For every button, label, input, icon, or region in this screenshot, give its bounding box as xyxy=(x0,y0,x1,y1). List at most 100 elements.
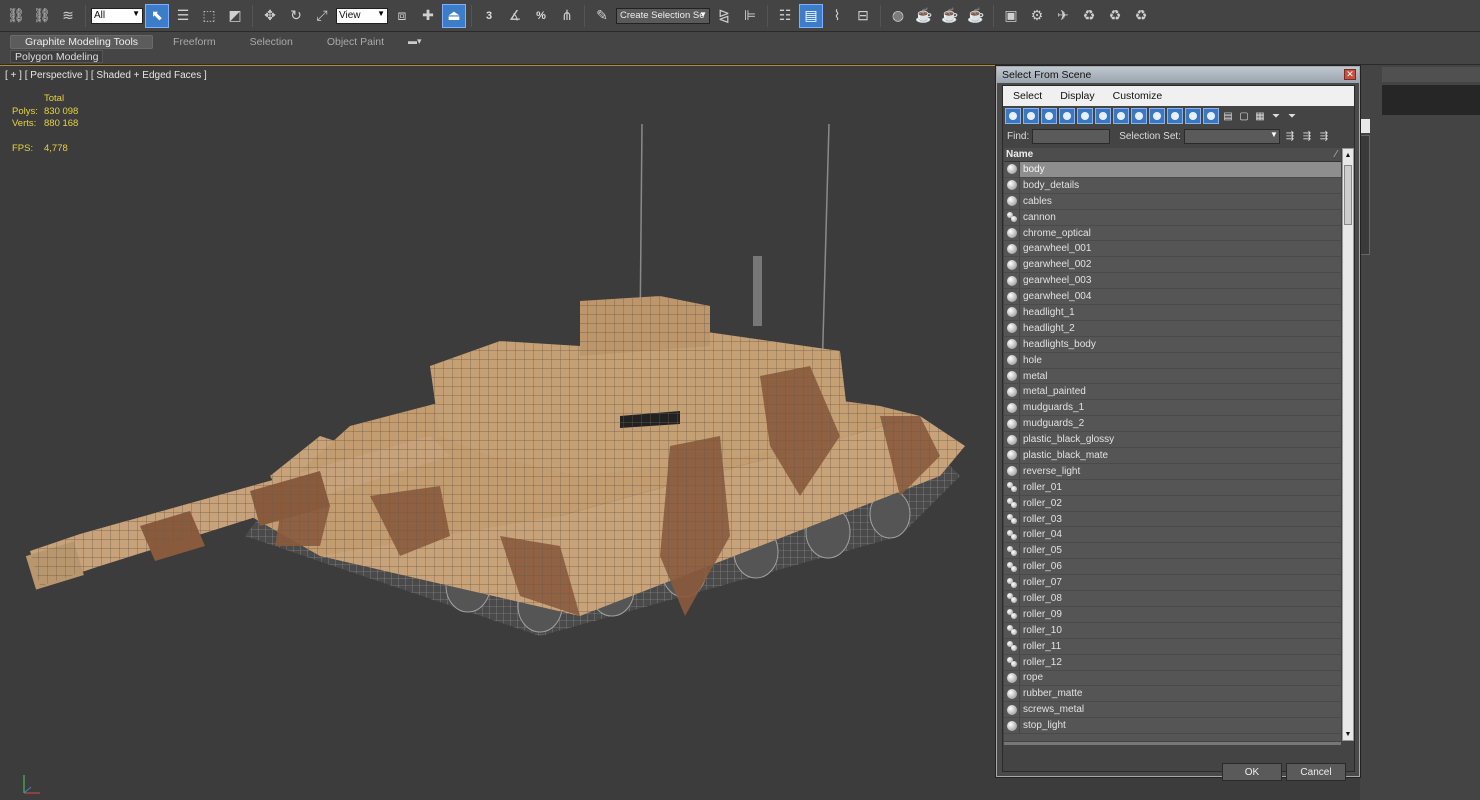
pivot-center-icon[interactable]: ⧈ xyxy=(390,4,414,28)
list-item[interactable]: gearwheel_004 xyxy=(1004,289,1341,306)
layer-manager-icon[interactable]: ☷ xyxy=(773,4,797,28)
angle-snap-icon[interactable]: ∡ xyxy=(503,4,527,28)
plugin-tool-1-icon[interactable]: ▣ xyxy=(999,4,1023,28)
snap-toggle-icon[interactable]: 3 xyxy=(477,4,501,28)
scale-icon[interactable]: ⤢ xyxy=(310,4,334,28)
percent-snap-icon[interactable]: % xyxy=(529,4,553,28)
scroll-down-icon[interactable]: ▼ xyxy=(1343,728,1353,740)
select-none-icon[interactable]: ▢ xyxy=(1237,109,1251,123)
display-geometry-icon[interactable] xyxy=(1005,108,1021,124)
list-item[interactable]: cannon xyxy=(1004,209,1341,226)
list-item[interactable]: roller_12 xyxy=(1004,654,1341,671)
selection-set-options-icon[interactable]: ⇶ xyxy=(1300,129,1314,143)
list-item[interactable]: headlight_2 xyxy=(1004,320,1341,337)
list-item[interactable]: mudguards_2 xyxy=(1004,416,1341,433)
move-icon[interactable]: ✥ xyxy=(258,4,282,28)
scrollbar-thumb[interactable] xyxy=(1344,165,1352,225)
display-hidden-icon[interactable] xyxy=(1203,108,1219,124)
close-icon[interactable]: ✕ xyxy=(1344,69,1356,80)
rendered-frame-window-icon[interactable]: ☕ xyxy=(938,4,962,28)
named-selection-set-field[interactable]: Create Selection Se ▼ xyxy=(616,7,710,24)
render-setup-icon[interactable]: ☕ xyxy=(912,4,936,28)
list-item[interactable]: roller_05 xyxy=(1004,543,1341,560)
spinner-snap-icon[interactable]: ⋔ xyxy=(555,4,579,28)
cancel-button[interactable]: Cancel xyxy=(1286,763,1346,781)
list-item[interactable]: roller_10 xyxy=(1004,622,1341,639)
list-item[interactable]: stop_light xyxy=(1004,718,1341,735)
list-item[interactable]: reverse_light xyxy=(1004,463,1341,480)
list-item[interactable]: roller_08 xyxy=(1004,591,1341,607)
display-shapes-icon[interactable] xyxy=(1023,108,1039,124)
plugin-tool-5-icon[interactable]: ♻ xyxy=(1103,4,1127,28)
list-item[interactable]: rubber_matte xyxy=(1004,686,1341,703)
rotate-icon[interactable]: ↻ xyxy=(284,4,308,28)
find-input[interactable] xyxy=(1032,128,1111,144)
list-item[interactable]: cables xyxy=(1004,193,1341,210)
select-by-name-icon[interactable]: ☰ xyxy=(171,4,195,28)
command-panel-tabs[interactable] xyxy=(1382,67,1480,82)
link-icon[interactable]: ⛓ xyxy=(4,4,28,28)
display-containers-icon[interactable] xyxy=(1167,108,1183,124)
plugin-tool-6-icon[interactable]: ♻ xyxy=(1129,4,1153,28)
display-frozen-icon[interactable] xyxy=(1185,108,1201,124)
sync-selection-icon[interactable]: ⇶ xyxy=(1283,129,1297,143)
display-cameras-icon[interactable] xyxy=(1059,108,1075,124)
edit-named-selection-icon[interactable]: ✎ xyxy=(590,4,614,28)
bind-space-warp-icon[interactable]: ≋ xyxy=(56,4,80,28)
plugin-tool-4-icon[interactable]: ♻ xyxy=(1077,4,1101,28)
plugin-tool-3-icon[interactable]: ✈ xyxy=(1051,4,1075,28)
list-item[interactable]: roller_03 xyxy=(1004,511,1341,528)
display-xrefs-icon[interactable] xyxy=(1131,108,1147,124)
select-invert-icon[interactable]: ▦ xyxy=(1253,109,1267,123)
selection-filter-dropdown[interactable]: All ▼ xyxy=(91,7,143,24)
schematic-view-icon[interactable]: ⊟ xyxy=(851,4,875,28)
list-item[interactable]: gearwheel_003 xyxy=(1004,273,1341,290)
list-item[interactable]: chrome_optical xyxy=(1004,225,1341,242)
list-item[interactable]: body xyxy=(1004,162,1341,178)
window-crossing-icon[interactable]: ◩ xyxy=(223,4,247,28)
rectangular-selection-icon[interactable]: ⬚ xyxy=(197,4,221,28)
command-panel-dropdown[interactable] xyxy=(1360,119,1370,133)
list-item[interactable]: roller_02 xyxy=(1004,495,1341,512)
tab-freeform[interactable]: Freeform xyxy=(159,35,230,49)
tab-graphite-modeling-tools[interactable]: Graphite Modeling Tools xyxy=(10,34,154,49)
align-icon[interactable]: ⊫ xyxy=(738,4,762,28)
filter-icon[interactable]: ⏷ xyxy=(1269,109,1283,123)
viewport-label[interactable]: [ + ] [ Perspective ] [ Shaded + Edged F… xyxy=(5,70,207,81)
dialog-title-bar[interactable]: Select From Scene ✕ xyxy=(997,67,1359,83)
display-groups-icon[interactable] xyxy=(1113,108,1129,124)
select-manipulate-icon[interactable]: ✚ xyxy=(416,4,440,28)
column-header-name[interactable]: Name ⁄ xyxy=(1004,148,1341,162)
highlight-selected-icon[interactable]: ⇶ xyxy=(1317,129,1331,143)
render-production-icon[interactable]: ☕ xyxy=(964,4,988,28)
plugin-tool-2-icon[interactable]: ⚙ xyxy=(1025,4,1049,28)
selection-set-dropdown[interactable]: ▼ xyxy=(1183,128,1280,144)
display-lights-icon[interactable] xyxy=(1041,108,1057,124)
polygon-modeling-panel[interactable]: Polygon Modeling xyxy=(10,50,104,63)
list-item[interactable]: gearwheel_002 xyxy=(1004,257,1341,274)
graphite-ribbon-icon[interactable]: ▤ xyxy=(799,3,823,28)
select-all-icon[interactable]: ▤ xyxy=(1221,109,1235,123)
display-bones-icon[interactable] xyxy=(1149,108,1165,124)
menu-customize[interactable]: Customize xyxy=(1113,90,1163,102)
list-item[interactable]: headlight_1 xyxy=(1004,305,1341,321)
keyboard-shortcut-override-icon[interactable]: ⏏ xyxy=(442,3,466,28)
ok-button[interactable]: OK xyxy=(1222,763,1282,781)
list-item[interactable]: mudguards_1 xyxy=(1004,400,1341,417)
curve-editor-icon[interactable]: ⌇ xyxy=(825,4,849,28)
ribbon-options-icon[interactable]: ▬▾ xyxy=(408,36,422,47)
material-editor-icon[interactable]: ◍ xyxy=(886,4,910,28)
filter-options-icon[interactable]: ⏷ xyxy=(1285,109,1299,123)
list-item[interactable]: roller_07 xyxy=(1004,575,1341,592)
tab-object-paint[interactable]: Object Paint xyxy=(313,35,398,49)
list-horizontal-scrollbar[interactable] xyxy=(1004,742,1341,745)
list-item[interactable]: metal_painted xyxy=(1004,384,1341,401)
list-item[interactable]: gearwheel_001 xyxy=(1004,241,1341,258)
display-space-warps-icon[interactable] xyxy=(1095,108,1111,124)
list-item[interactable]: roller_06 xyxy=(1004,559,1341,576)
tab-selection[interactable]: Selection xyxy=(236,35,307,49)
list-item[interactable]: rope xyxy=(1004,670,1341,687)
list-item[interactable]: headlights_body xyxy=(1004,336,1341,353)
scroll-up-icon[interactable]: ▲ xyxy=(1343,149,1353,161)
select-object-icon[interactable]: ⬉ xyxy=(145,3,169,28)
